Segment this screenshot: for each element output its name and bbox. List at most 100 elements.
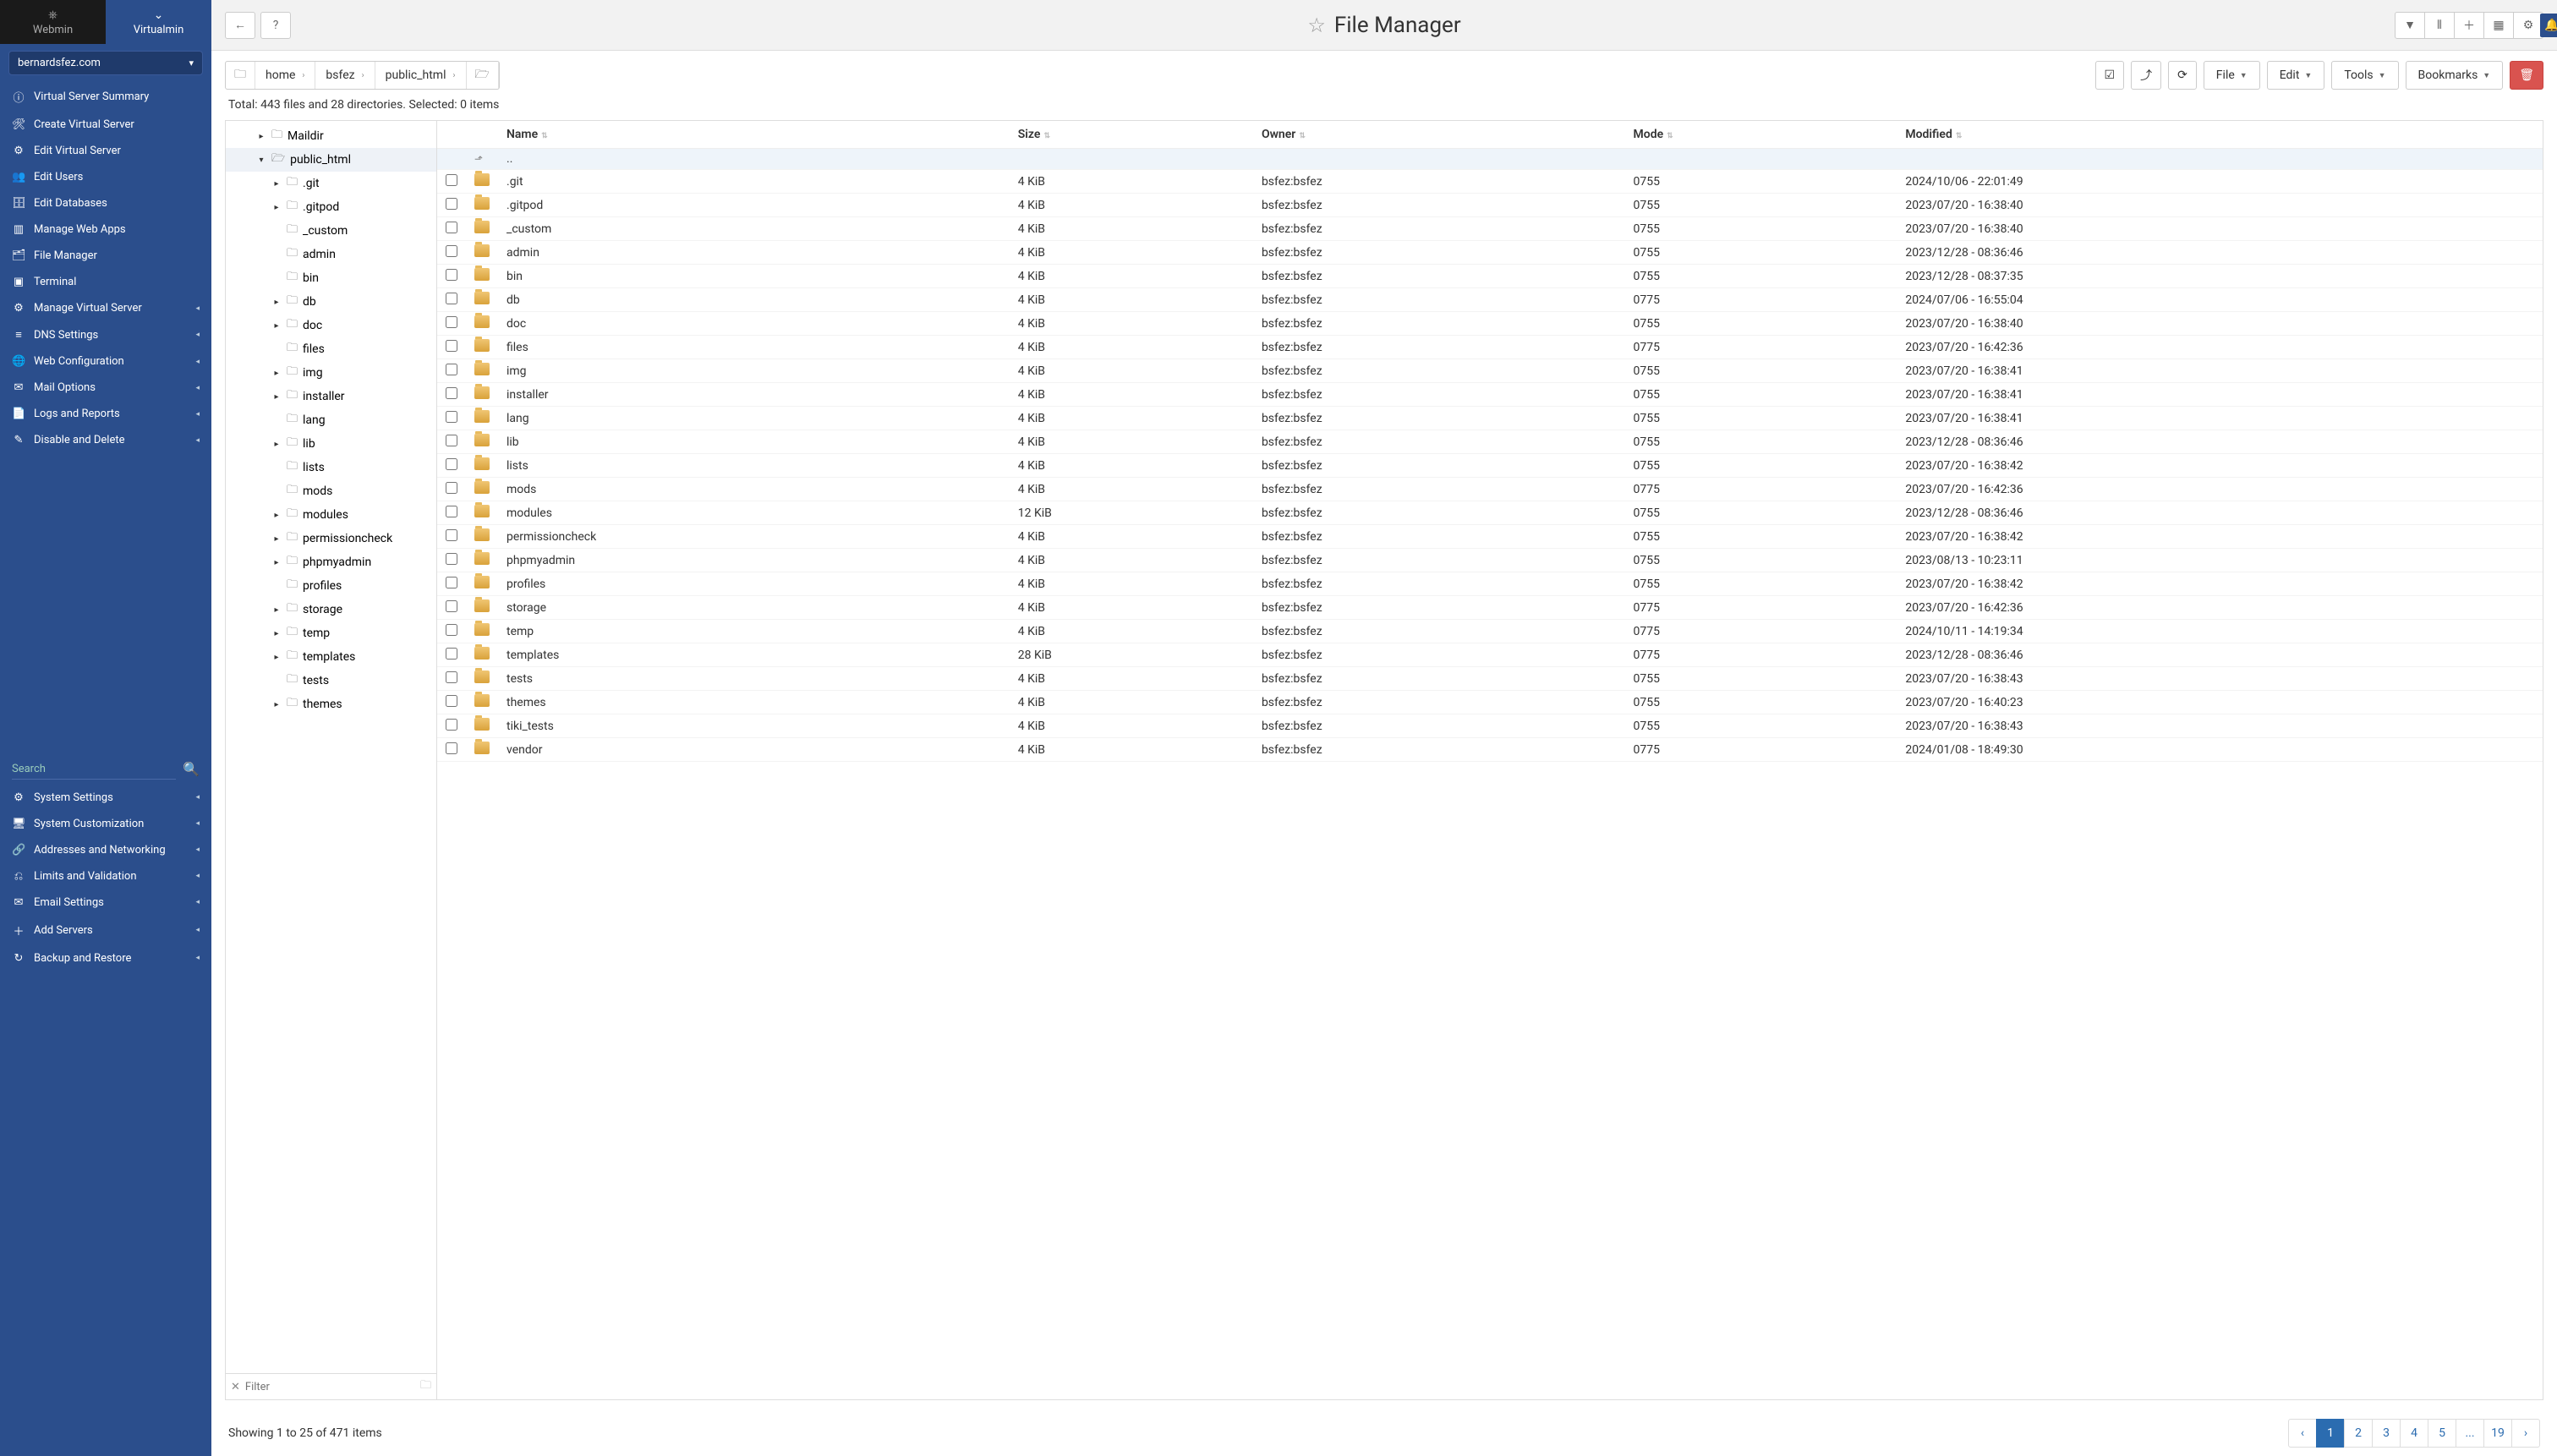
expand-icon[interactable]: ▸ [256, 132, 266, 141]
page-button[interactable]: 3 [2372, 1419, 2401, 1448]
row-checkbox[interactable] [446, 458, 457, 470]
expand-icon[interactable]: ▸ [271, 179, 282, 189]
nav-item[interactable]: 🛠Create Virtual Server [0, 112, 211, 138]
table-row[interactable]: .gitpod 4 KiB bsfez:bsfez 0755 2023/07/2… [437, 194, 2543, 217]
tree-node[interactable]: ▸🗀permissioncheck [226, 527, 436, 550]
nav-item[interactable]: 🗄Edit Databases [0, 190, 211, 216]
breadcrumb-open-icon[interactable]: 🗁 [467, 62, 499, 89]
add-button[interactable]: ＋ [2454, 12, 2484, 39]
filter-button[interactable]: ▼ [2395, 12, 2425, 39]
row-checkbox[interactable] [446, 269, 457, 281]
table-row[interactable]: mods 4 KiB bsfez:bsfez 0775 2023/07/20 -… [437, 478, 2543, 501]
row-checkbox[interactable] [446, 600, 457, 612]
expand-icon[interactable]: ▸ [271, 534, 282, 544]
row-checkbox[interactable] [446, 624, 457, 636]
table-row[interactable]: doc 4 KiB bsfez:bsfez 0755 2023/07/20 - … [437, 312, 2543, 336]
row-checkbox[interactable] [446, 577, 457, 588]
row-checkbox[interactable] [446, 293, 457, 304]
col-modified[interactable]: Modified⇅ [1897, 121, 2543, 149]
row-checkbox[interactable] [446, 316, 457, 328]
table-row[interactable]: modules 12 KiB bsfez:bsfez 0755 2023/12/… [437, 501, 2543, 525]
tree-node[interactable]: 🗀mods [226, 479, 436, 503]
row-checkbox[interactable] [446, 364, 457, 375]
table-row[interactable]: lists 4 KiB bsfez:bsfez 0755 2023/07/20 … [437, 454, 2543, 478]
tree-node[interactable]: 🗀admin [226, 243, 436, 266]
nav-item[interactable]: ⚙Edit Virtual Server [0, 138, 211, 164]
table-row[interactable]: img 4 KiB bsfez:bsfez 0755 2023/07/20 - … [437, 359, 2543, 383]
table-row[interactable]: vendor 4 KiB bsfez:bsfez 0775 2024/01/08… [437, 738, 2543, 762]
expand-icon[interactable]: ▸ [271, 440, 282, 449]
tree-node[interactable]: 🗀_custom [226, 219, 436, 243]
nav-item[interactable]: ↻Backup and Restore◂ [0, 945, 211, 972]
row-checkbox[interactable] [446, 553, 457, 565]
row-checkbox[interactable] [446, 482, 457, 494]
clear-filter-icon[interactable]: ✕ [231, 1381, 240, 1393]
table-row[interactable]: tests 4 KiB bsfez:bsfez 0755 2023/07/20 … [437, 667, 2543, 691]
row-checkbox[interactable] [446, 648, 457, 660]
expand-icon[interactable]: ▸ [271, 629, 282, 638]
domain-selector[interactable]: bernardsfez.com [8, 51, 203, 75]
table-row[interactable]: installer 4 KiB bsfez:bsfez 0755 2023/07… [437, 383, 2543, 407]
expand-icon[interactable]: ▸ [271, 653, 282, 662]
table-row[interactable]: .git 4 KiB bsfez:bsfez 0755 2024/10/06 -… [437, 170, 2543, 194]
nav-item[interactable]: 🔗Addresses and Networking◂ [0, 837, 211, 863]
tree-node[interactable]: 🗀tests [226, 669, 436, 692]
nav-item[interactable]: ✉Mail Options◂ [0, 375, 211, 401]
page-button[interactable]: ... [2456, 1419, 2484, 1448]
tree-node[interactable]: ▸🗀templates [226, 645, 436, 669]
col-mode[interactable]: Mode⇅ [1625, 121, 1897, 149]
table-row[interactable]: bin 4 KiB bsfez:bsfez 0755 2023/12/28 - … [437, 265, 2543, 288]
nav-item[interactable]: ⎌Limits and Validation◂ [0, 863, 211, 889]
delete-button[interactable]: 🗑 [2510, 61, 2543, 90]
tree-node[interactable]: ▸🗀temp [226, 621, 436, 645]
expand-icon[interactable]: ▾ [256, 156, 266, 165]
tree-node[interactable]: ▸🗀.gitpod [226, 195, 436, 219]
col-size[interactable]: Size⇅ [1010, 121, 1253, 149]
row-checkbox[interactable] [446, 340, 457, 352]
row-checkbox[interactable] [446, 742, 457, 754]
table-row[interactable]: db 4 KiB bsfez:bsfez 0775 2024/07/06 - 1… [437, 288, 2543, 312]
row-checkbox[interactable] [446, 695, 457, 707]
breadcrumb-segment[interactable]: home› [255, 62, 315, 89]
tab-webmin[interactable]: ⎈ Webmin [0, 0, 106, 44]
back-button[interactable]: ← [225, 12, 255, 39]
tree-node[interactable]: ▸🗀storage [226, 598, 436, 621]
table-row[interactable]: phpmyadmin 4 KiB bsfez:bsfez 0755 2023/0… [437, 549, 2543, 572]
row-checkbox[interactable] [446, 529, 457, 541]
table-row[interactable]: storage 4 KiB bsfez:bsfez 0775 2023/07/2… [437, 596, 2543, 620]
expand-icon[interactable]: ▸ [271, 558, 282, 567]
expand-icon[interactable]: ▸ [271, 700, 282, 709]
page-button[interactable]: 4 [2400, 1419, 2428, 1448]
refresh-button[interactable]: ⟳ [2168, 61, 2197, 90]
nav-item[interactable]: 🖥System Customization◂ [0, 811, 211, 837]
view-button[interactable]: ▦ [2483, 12, 2514, 39]
table-row[interactable]: permissioncheck 4 KiB bsfez:bsfez 0755 2… [437, 525, 2543, 549]
breadcrumb-segment[interactable]: bsfez› [315, 62, 375, 89]
row-checkbox[interactable] [446, 198, 457, 210]
table-row[interactable]: lang 4 KiB bsfez:bsfez 0755 2023/07/20 -… [437, 407, 2543, 430]
expand-icon[interactable]: ▸ [271, 605, 282, 615]
table-row[interactable]: temp 4 KiB bsfez:bsfez 0775 2024/10/11 -… [437, 620, 2543, 643]
row-checkbox[interactable] [446, 245, 457, 257]
tree-node[interactable]: ▸🗀phpmyadmin [226, 550, 436, 574]
search-icon[interactable]: 🔍 [183, 761, 200, 777]
nav-item[interactable]: ✉Email Settings◂ [0, 889, 211, 916]
table-row[interactable]: admin 4 KiB bsfez:bsfez 0755 2023/12/28 … [437, 241, 2543, 265]
row-checkbox[interactable] [446, 411, 457, 423]
nav-item[interactable]: ✎Disable and Delete◂ [0, 427, 211, 453]
nav-item[interactable]: 🗂File Manager [0, 243, 211, 269]
table-row[interactable]: profiles 4 KiB bsfez:bsfez 0755 2023/07/… [437, 572, 2543, 596]
nav-item[interactable]: ⚙System Settings◂ [0, 785, 211, 811]
row-checkbox[interactable] [446, 222, 457, 233]
expand-icon[interactable]: ▸ [271, 511, 282, 520]
page-button[interactable]: 5 [2428, 1419, 2456, 1448]
expand-icon[interactable]: ▸ [271, 321, 282, 331]
row-checkbox[interactable] [446, 719, 457, 731]
tree-node[interactable]: ▾🗁public_html [226, 148, 436, 172]
edit-menu[interactable]: Edit▼ [2267, 61, 2325, 90]
bookmarks-menu[interactable]: Bookmarks▼ [2406, 61, 2504, 90]
tree-node[interactable]: ▸🗀db [226, 290, 436, 314]
nav-item[interactable]: ▣Terminal [0, 269, 211, 295]
page-button[interactable]: › [2511, 1419, 2540, 1448]
tree-node[interactable]: ▸🗀themes [226, 692, 436, 716]
